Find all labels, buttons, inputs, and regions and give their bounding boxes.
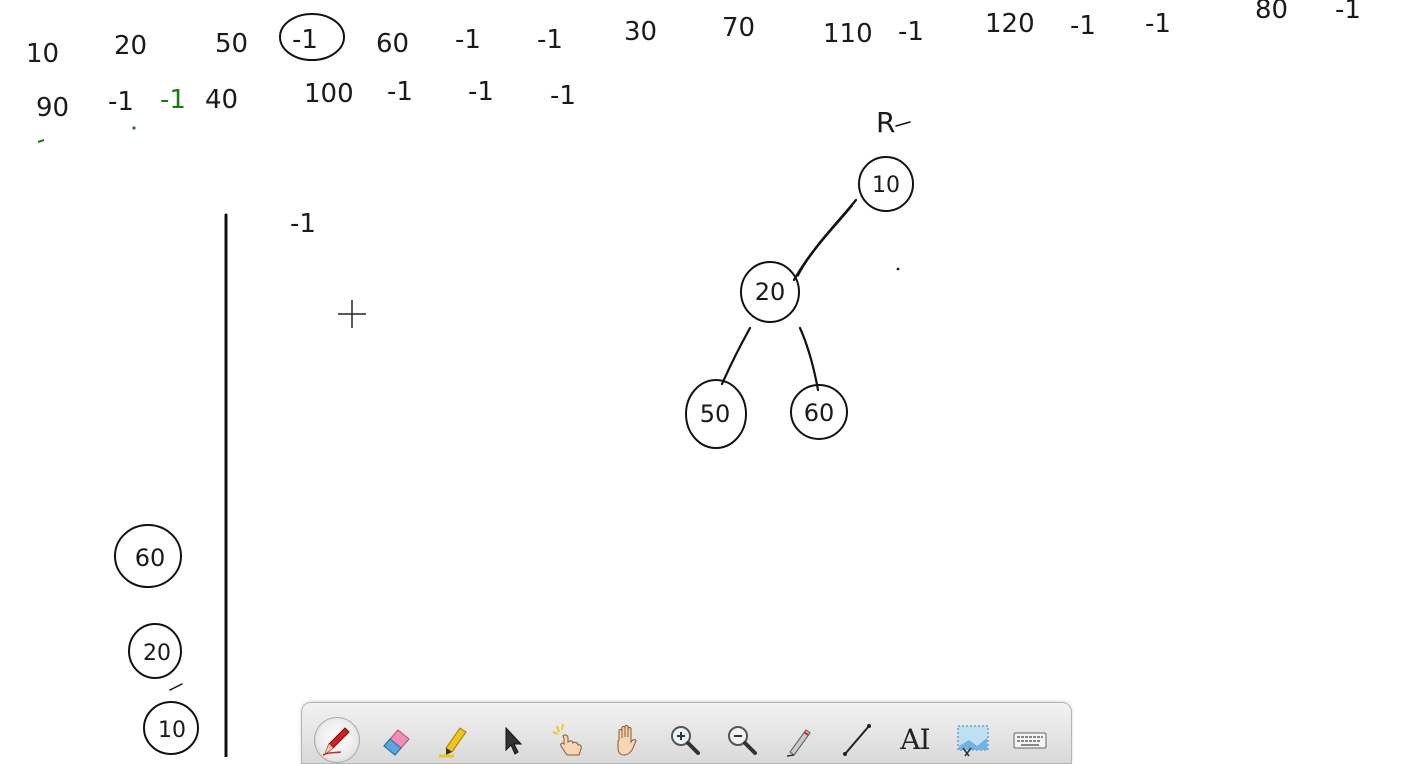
seq-value: -1 <box>550 81 576 111</box>
keyboard-tool-button[interactable] <box>1005 717 1055 763</box>
seq-value: 70 <box>722 13 755 43</box>
seq-value: 110 <box>823 19 873 49</box>
tree-edge <box>797 205 853 277</box>
pan-hand-icon <box>617 725 637 756</box>
green-tick-mark <box>37 139 45 143</box>
seq-value: -1 <box>898 17 924 47</box>
svg-text:20: 20 <box>755 278 786 306</box>
text-tool-button[interactable]: AI <box>890 717 940 763</box>
pen-settings-icon <box>786 729 811 757</box>
tree-node-50: 50 <box>685 379 747 449</box>
laser-pointer-tool-button[interactable] <box>544 717 594 763</box>
zoom-out-icon <box>728 726 758 755</box>
select-tool-button[interactable] <box>487 717 537 763</box>
root-label: R <box>876 106 895 139</box>
tree-node-10: 10 <box>858 156 914 212</box>
seq-value: 40 <box>205 85 238 115</box>
seq-value: 100 <box>304 79 354 109</box>
seq-value-green: -1 <box>160 85 186 115</box>
seq-value: 120 <box>985 9 1035 39</box>
seq-value: 10 <box>26 39 59 69</box>
tree-edge <box>725 333 748 377</box>
stray-dot <box>896 267 900 271</box>
highlighter-tool-button[interactable] <box>429 717 479 763</box>
laser-pointer-icon <box>552 723 583 756</box>
seq-value: 20 <box>114 31 147 61</box>
stack-small-mark <box>169 683 183 691</box>
screen-capture-tool-button[interactable] <box>948 717 998 763</box>
seq-value: -1 <box>455 25 481 55</box>
svg-text:50: 50 <box>700 400 731 428</box>
stack-item: 60 <box>114 524 182 588</box>
sequence-row-1: 10 20 50 -1 60 -1 -1 30 70 110 -1 120 -1… <box>26 0 1361 69</box>
seq-value: -1 <box>1335 0 1361 25</box>
svg-text:20: 20 <box>143 641 171 666</box>
sequence-row-2: 90 -1 -1 40 100 -1 -1 -1 <box>36 77 576 123</box>
zoom-out-tool-button[interactable] <box>717 717 767 763</box>
red-pen-icon <box>322 727 350 756</box>
seq-value: -1 <box>468 77 494 107</box>
tree-edge <box>798 326 820 392</box>
tree-node-60: 60 <box>790 384 848 440</box>
seq-value: -1 <box>537 25 563 55</box>
stack-item: 20 <box>128 623 182 679</box>
keyboard-icon <box>1013 732 1047 749</box>
seq-value: -1 <box>1070 11 1096 41</box>
seq-value: 80 <box>1255 0 1288 25</box>
text-tool-icon: AI <box>900 723 930 756</box>
seq-value: -1 <box>1145 9 1171 39</box>
seq-value: 60 <box>376 29 409 59</box>
eraser-icon <box>383 729 411 756</box>
line-tool-button[interactable] <box>833 717 883 763</box>
seq-value-circled: -1 <box>292 25 318 55</box>
seq-value: 50 <box>215 29 248 59</box>
whiteboard-canvas[interactable]: 10 20 50 -1 60 -1 -1 30 70 110 -1 120 -1… <box>0 0 1408 757</box>
seq-value: -1 <box>387 77 413 107</box>
line-tool-icon <box>843 724 872 756</box>
root-label-tail <box>895 121 911 127</box>
green-dot-mark <box>132 126 136 130</box>
stack-item: 10 <box>143 701 199 755</box>
seq-value: 30 <box>624 17 657 47</box>
seq-value: -1 <box>108 87 134 117</box>
select-arrow-icon <box>505 726 522 755</box>
zoom-in-icon <box>670 726 700 755</box>
svg-text:60: 60 <box>135 544 166 572</box>
red-pen-tool-button[interactable] <box>314 717 360 763</box>
seq-value: 90 <box>36 93 69 123</box>
zoom-in-tool-button[interactable] <box>660 717 710 763</box>
svg-text:10: 10 <box>158 718 186 743</box>
svg-text:10: 10 <box>872 173 900 198</box>
tree-node-20: 20 <box>740 261 800 323</box>
annotation-toolbar: AI <box>301 702 1072 764</box>
crosshair-cursor-icon <box>338 300 366 328</box>
stack-top-note: -1 <box>290 209 316 239</box>
pen-settings-tool-button[interactable] <box>775 717 825 763</box>
pan-tool-button[interactable] <box>602 717 652 763</box>
eraser-tool-button[interactable] <box>372 717 422 763</box>
svg-text:60: 60 <box>804 399 835 427</box>
highlighter-icon <box>439 727 467 758</box>
screen-capture-icon <box>957 725 989 757</box>
